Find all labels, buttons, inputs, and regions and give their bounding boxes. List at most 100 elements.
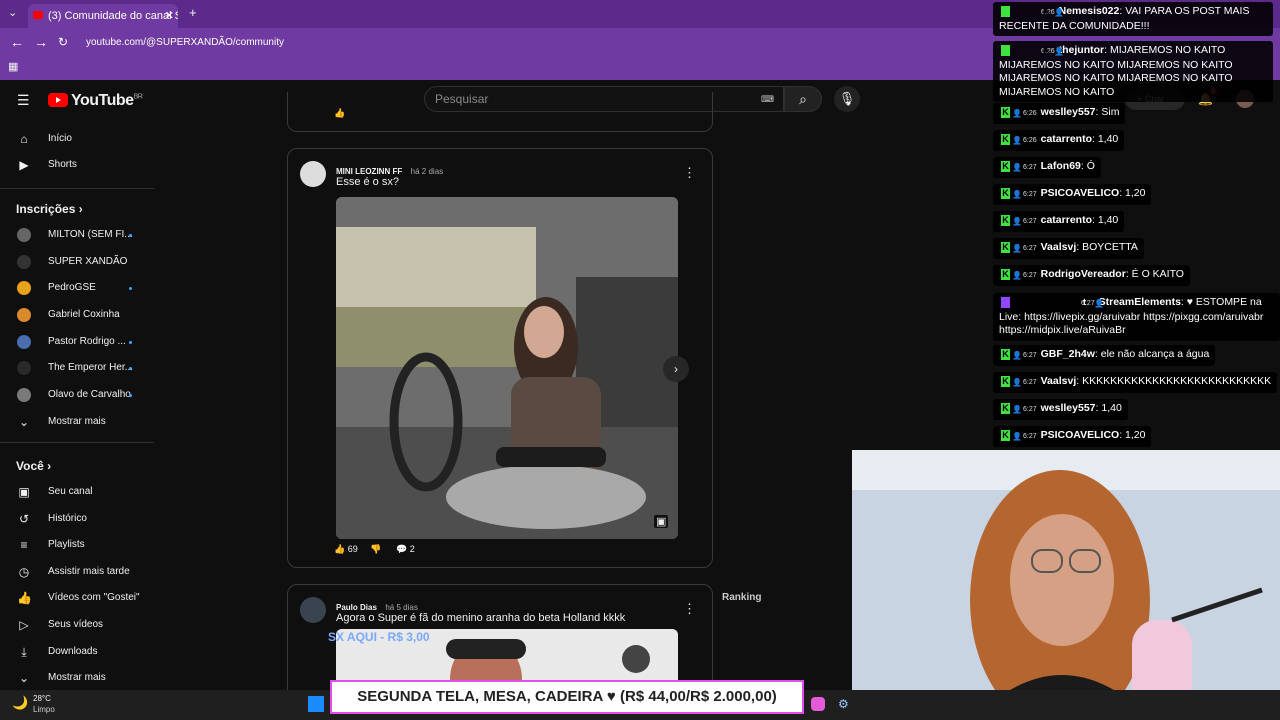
chat-message: K👤6:26Nemesis022: VAI PARA OS POST MAIS … bbox=[993, 2, 1273, 36]
chat-message: K 👤 6:27 catarrento: 1,40 bbox=[993, 211, 1125, 232]
new-content-dot bbox=[129, 287, 132, 290]
sidebar-item-label: Histórico bbox=[48, 513, 87, 524]
menu-icon[interactable]: ☰ bbox=[17, 92, 30, 109]
temperature[interactable]: 28°C bbox=[33, 694, 51, 703]
community-post: MINI LEOZINN FF há 2 dias Esse é o sx? ⋮… bbox=[287, 148, 713, 568]
sidebar-item-your-videos[interactable]: ▷ Seus vídeos bbox=[0, 612, 154, 638]
chat-time: 6:27 bbox=[1023, 272, 1037, 279]
chat-text: 1,20 bbox=[1125, 187, 1146, 199]
avatar[interactable] bbox=[300, 597, 326, 623]
avatar bbox=[17, 388, 31, 402]
you-heading[interactable]: Você › bbox=[16, 459, 51, 473]
post-time[interactable]: há 5 dias bbox=[385, 603, 417, 612]
avatar[interactable] bbox=[300, 161, 326, 187]
logo-text: YouTube bbox=[71, 92, 134, 109]
ranking-label: Ranking bbox=[722, 592, 762, 603]
back-icon[interactable]: ← bbox=[10, 34, 24, 50]
chat-time: 6:27 bbox=[1023, 218, 1037, 225]
stream-chat-overlay: K👤6:26Nemesis022: VAI PARA OS POST MAIS … bbox=[993, 0, 1280, 450]
sidebar-item-home[interactable]: ⌂ Início bbox=[0, 126, 154, 152]
apps-grid-icon[interactable]: ▦ bbox=[8, 60, 18, 73]
more-options-icon[interactable]: ⋮ bbox=[683, 165, 696, 181]
youtube-logo[interactable]: YouTubeBR bbox=[48, 92, 143, 110]
chat-time: 6:27 bbox=[1023, 191, 1037, 198]
sidebar-item-history[interactable]: ↺ Histórico bbox=[0, 506, 154, 532]
like-icon: 👍 bbox=[17, 591, 32, 605]
avatar bbox=[17, 335, 31, 349]
post-time[interactable]: há 2 dias bbox=[411, 167, 443, 176]
user-icon: 👤 bbox=[1054, 47, 1064, 56]
post-image[interactable]: ▣ bbox=[336, 197, 678, 539]
chat-user: StreamElements bbox=[1098, 296, 1181, 308]
weather-icon[interactable]: 🌙 bbox=[12, 695, 28, 711]
sidebar-item-label: Seu canal bbox=[48, 486, 93, 497]
chat-message: K 👤 6:27 weslley557: 1,40 bbox=[993, 399, 1128, 420]
user-icon: 👤 bbox=[1012, 217, 1022, 226]
user-icon: 👤 bbox=[1012, 405, 1022, 414]
browser-tab[interactable]: (3) Comunidade do canal SUPER ✕ bbox=[28, 4, 178, 28]
like-icon[interactable]: 👍 bbox=[334, 544, 345, 554]
search-button[interactable]: ⌕ bbox=[784, 86, 822, 112]
chat-time: 6:26 bbox=[1023, 137, 1037, 144]
tab-list-icon[interactable]: ⌄ bbox=[8, 6, 17, 19]
chat-user: Lafon69 bbox=[1040, 160, 1081, 172]
sidebar-item-label: Mostrar mais bbox=[48, 672, 106, 683]
chat-time: 6:27 bbox=[1023, 164, 1037, 171]
chat-text: KKKKKKKKKKKKKKKKKKKKKKKKKKK bbox=[1082, 375, 1272, 387]
user-icon: 👤 bbox=[1012, 271, 1022, 280]
sidebar-item-subscription[interactable]: Olavo de Carvalho bbox=[0, 382, 154, 408]
sidebar-item-shorts[interactable]: ▶ Shorts bbox=[0, 152, 154, 178]
history-icon: ↺ bbox=[18, 512, 30, 526]
divider bbox=[0, 442, 154, 443]
chat-user: thejuntor bbox=[1058, 44, 1105, 56]
url-field[interactable]: youtube.com/@SUPERXANDÃO/community bbox=[86, 33, 986, 52]
streamer-webcam bbox=[852, 450, 1280, 720]
post-author[interactable]: MINI LEOZINN FF bbox=[336, 167, 402, 176]
sidebar-item-subscription[interactable]: The Emperor Her... bbox=[0, 355, 154, 381]
chat-time: 6:26 bbox=[1023, 110, 1037, 117]
avatar bbox=[17, 281, 31, 295]
multi-image-icon: ▣ bbox=[654, 515, 669, 528]
post-author[interactable]: Paulo Dias bbox=[336, 603, 377, 612]
sidebar-item-liked[interactable]: 👍 Vídeos com "Gostei" bbox=[0, 585, 154, 611]
weather-condition[interactable]: Limpo bbox=[33, 705, 55, 714]
sidebar-item-subscription[interactable]: PedroGSE bbox=[0, 275, 154, 301]
steam-icon[interactable]: ⚙ bbox=[838, 697, 849, 711]
keyboard-icon[interactable]: ⌨ bbox=[761, 94, 774, 105]
avatar bbox=[17, 308, 31, 322]
sidebar-item-label: Playlists bbox=[48, 539, 85, 550]
sidebar-item-watch-later[interactable]: ◷ Assistir mais tarde bbox=[0, 559, 154, 585]
chat-message: t 👤 6:27 StreamElements: ♥ ESTOMPE na Live:… bbox=[993, 293, 1280, 341]
new-tab-icon[interactable]: + bbox=[189, 5, 197, 20]
region-label: BR bbox=[133, 93, 143, 101]
windows-start-icon[interactable] bbox=[308, 696, 324, 712]
like-icon[interactable]: 👍 bbox=[334, 108, 345, 119]
sidebar-item-subscription[interactable]: Gabriel Coxinha bbox=[0, 302, 154, 328]
voice-search-button[interactable]: 🎙 bbox=[834, 86, 860, 112]
show-more-button[interactable]: ⌄ Mostrar mais bbox=[0, 665, 154, 691]
sidebar-item-label: Seus vídeos bbox=[48, 619, 104, 630]
sidebar-item-downloads[interactable]: ⤓ Downloads bbox=[0, 639, 154, 665]
chat-text: BOYCETTA bbox=[1082, 241, 1138, 253]
chat-message: K 👤 6:27 RodrigoVereador: É O KAITO bbox=[993, 265, 1190, 286]
chat-user: catarrento bbox=[1040, 133, 1092, 145]
reload-icon[interactable]: ↻ bbox=[58, 35, 68, 49]
forward-icon[interactable]: → bbox=[34, 34, 48, 50]
sidebar-item-subscription[interactable]: Pastor Rodrigo ... bbox=[0, 329, 154, 355]
app-icon[interactable] bbox=[811, 697, 825, 711]
sidebar-item-subscription[interactable]: SUPER XANDÃO bbox=[0, 249, 154, 275]
next-image-button[interactable]: › bbox=[663, 356, 689, 382]
close-tab-icon[interactable]: ✕ bbox=[165, 4, 174, 28]
sidebar-item-label: Pastor Rodrigo ... bbox=[48, 336, 126, 347]
dislike-icon[interactable]: 👎 bbox=[370, 544, 381, 554]
chat-time: 6:27 bbox=[1023, 245, 1037, 252]
subscriptions-heading[interactable]: Inscrições › bbox=[16, 202, 83, 216]
sidebar-item-subscription[interactable]: MILTON (SEM FI... bbox=[0, 222, 154, 248]
avatar bbox=[17, 228, 31, 242]
show-more-button[interactable]: ⌄ Mostrar mais bbox=[0, 409, 154, 435]
more-options-icon[interactable]: ⋮ bbox=[683, 601, 696, 617]
comment-icon[interactable]: 💬 bbox=[396, 544, 407, 554]
chat-text: 1,40 bbox=[1097, 133, 1119, 145]
sidebar-item-playlists[interactable]: ≡ Playlists bbox=[0, 532, 154, 558]
sidebar-item-your-channel[interactable]: ▣ Seu canal bbox=[0, 479, 154, 505]
